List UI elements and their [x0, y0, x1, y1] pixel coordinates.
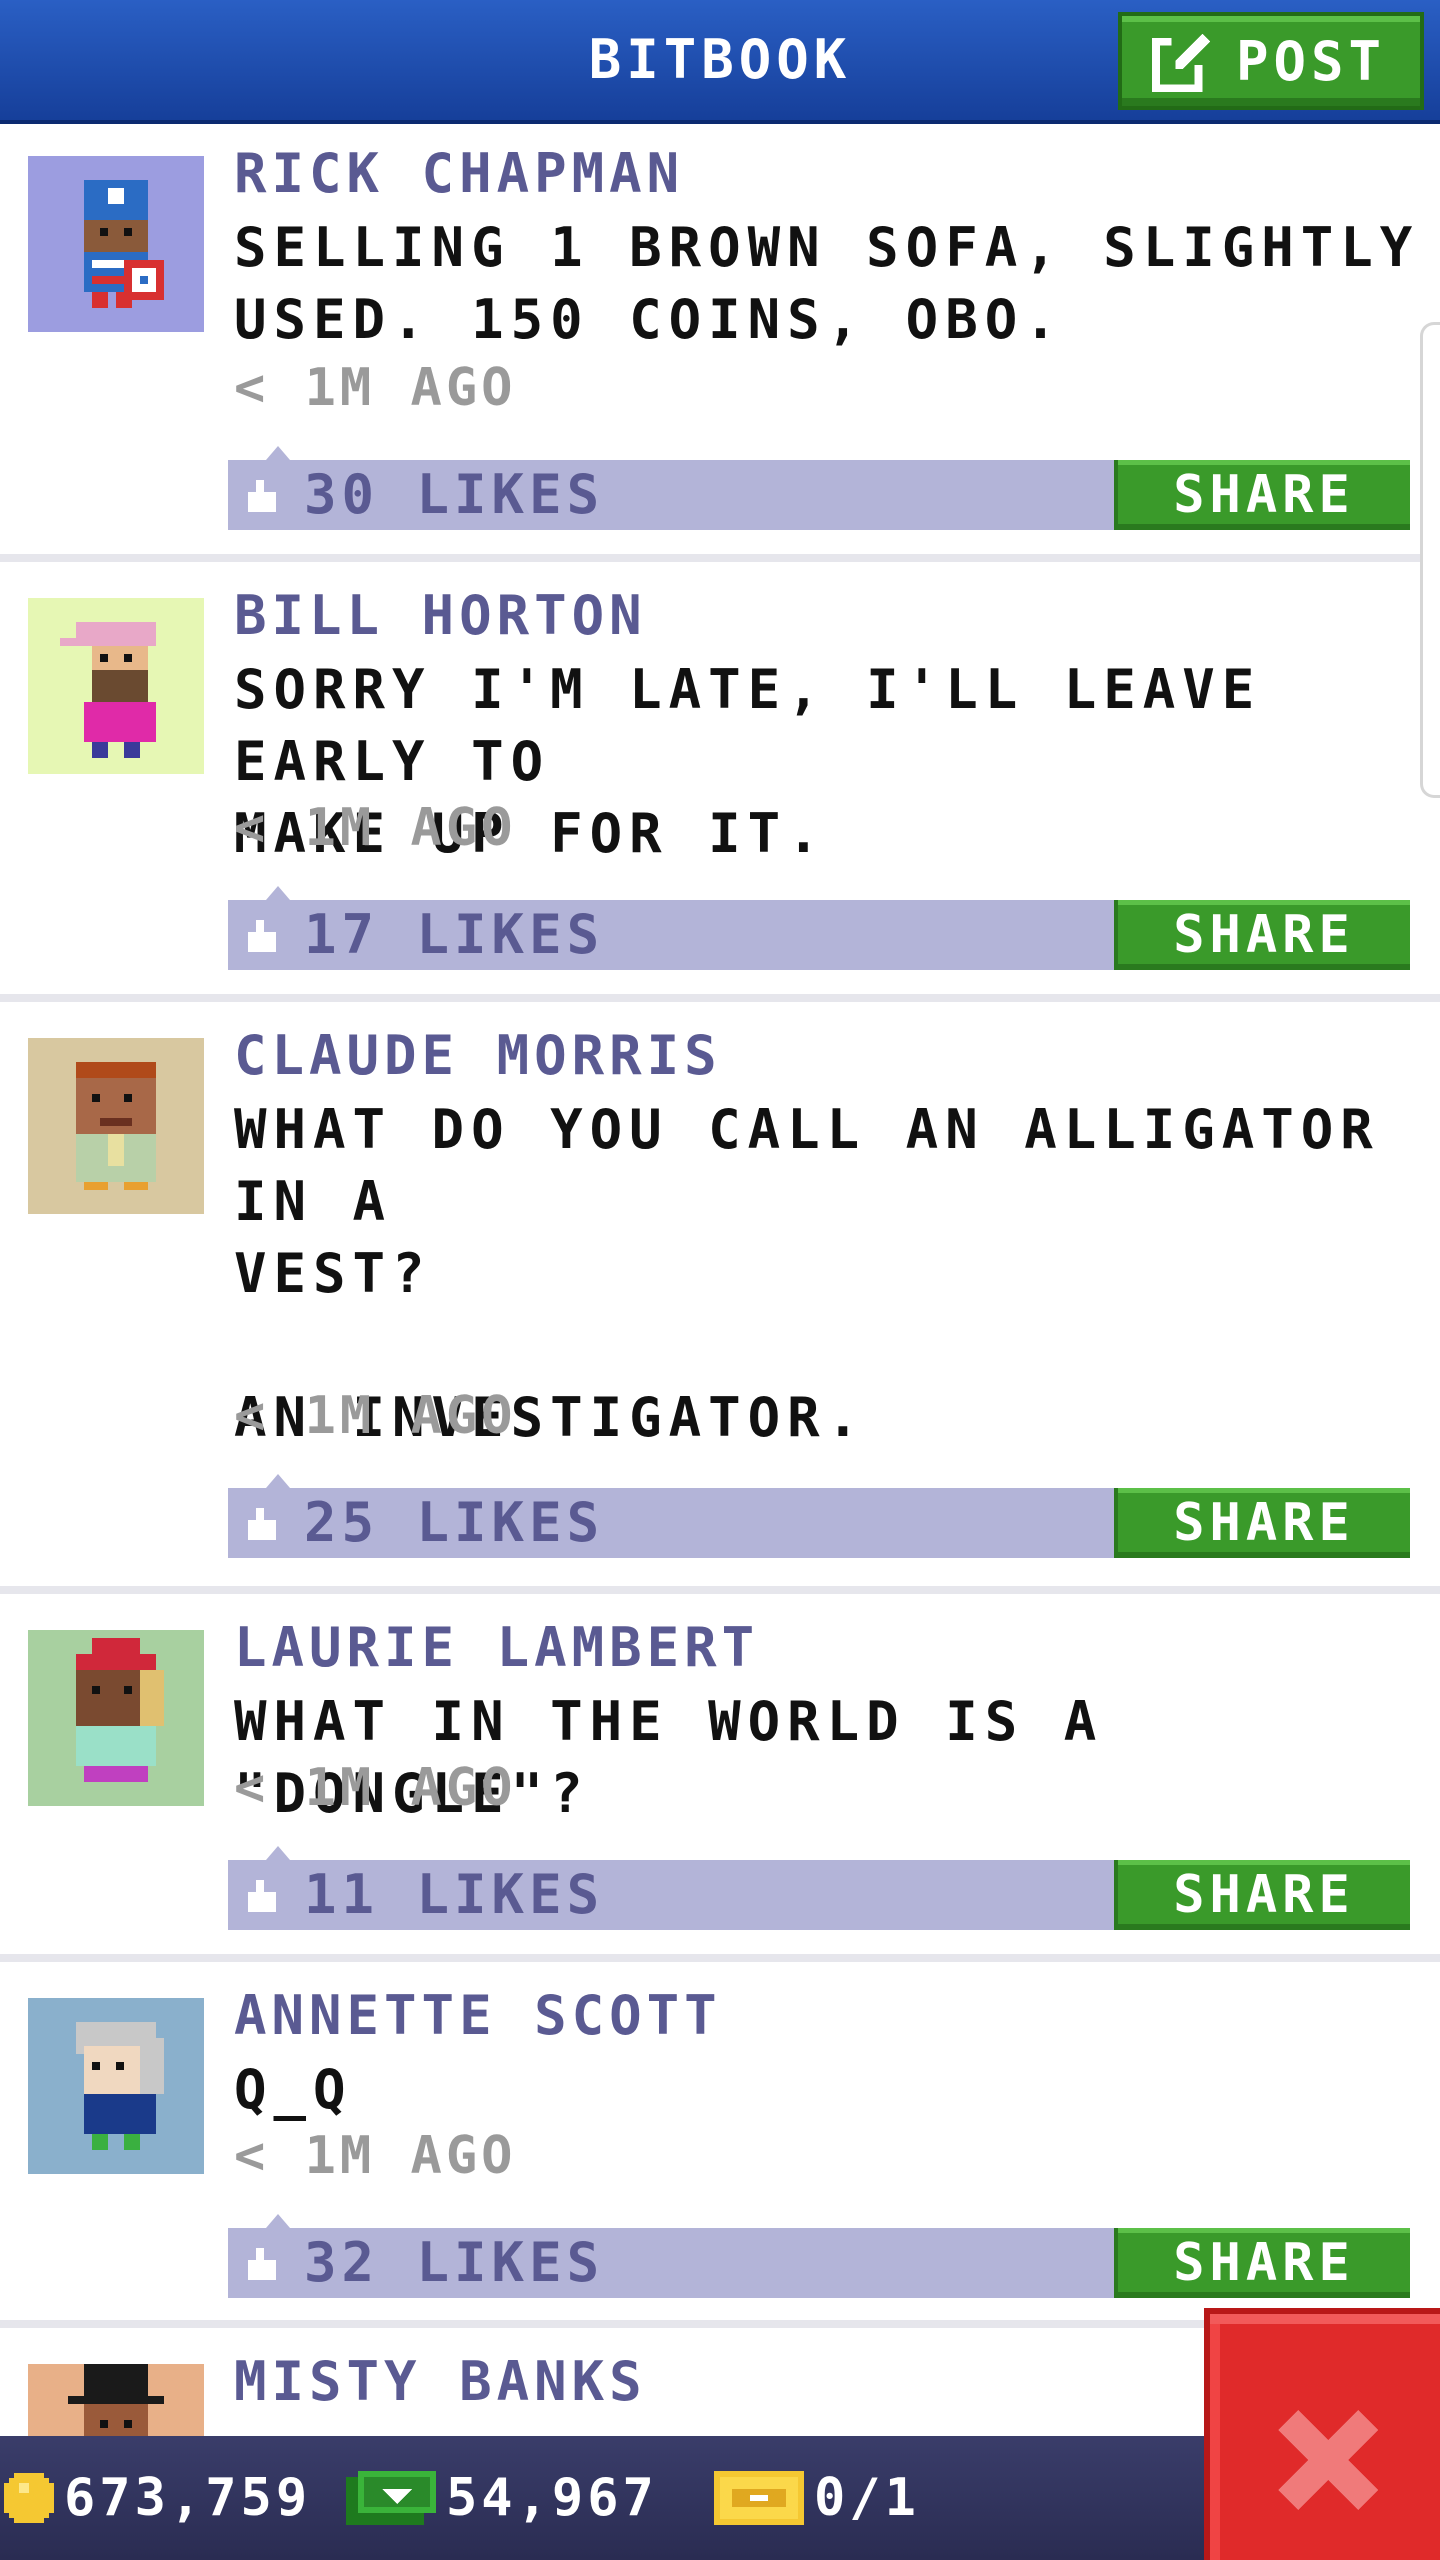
post-author[interactable]: CLAUDE MORRIS — [234, 1024, 722, 1087]
likes-count: 25 LIKES — [304, 1491, 605, 1554]
avatar[interactable] — [28, 156, 204, 332]
post-timestamp: < 1M AGO — [234, 1758, 517, 1818]
ticket-icon — [714, 2471, 804, 2525]
avatar[interactable] — [28, 1630, 204, 1806]
thumbs-up-icon — [248, 1508, 276, 1540]
post-item: ANNETTE SCOTT Q_Q < 1M AGO 32 LIKES SHAR… — [0, 1970, 1440, 2328]
likes-bar-notch — [266, 446, 290, 460]
likes-count: 32 LIKES — [304, 2231, 605, 2294]
close-button[interactable] — [1204, 2308, 1440, 2560]
tickets-value: 0/1 — [814, 2468, 920, 2528]
app-header: BITBOOK POST — [0, 0, 1440, 124]
likes-bar-notch — [266, 1846, 290, 1860]
avatar[interactable] — [28, 1998, 204, 2174]
post-author[interactable]: LAURIE LAMBERT — [234, 1616, 759, 1679]
post-author[interactable]: ANNETTE SCOTT — [234, 1984, 722, 2047]
likes-bar-notch — [266, 2214, 290, 2228]
close-icon — [1278, 2410, 1378, 2510]
coin-icon — [4, 2473, 54, 2523]
avatar[interactable] — [28, 1038, 204, 1214]
post-button-label: POST — [1236, 29, 1387, 93]
coins-counter: 673,759 — [4, 2436, 311, 2560]
post-item: RICK CHAPMAN SELLING 1 BROWN SOFA, SLIGH… — [0, 128, 1440, 562]
share-button[interactable]: SHARE — [1114, 460, 1410, 530]
likes-bar[interactable]: 11 LIKES SHARE — [228, 1846, 1410, 1930]
likes-bar[interactable]: 30 LIKES SHARE — [228, 446, 1410, 530]
share-button[interactable]: SHARE — [1114, 2228, 1410, 2298]
tickets-counter: 0/1 — [714, 2436, 920, 2560]
share-button[interactable]: SHARE — [1114, 1488, 1410, 1558]
avatar[interactable] — [28, 598, 204, 774]
likes-count: 30 LIKES — [304, 463, 605, 526]
bux-value: 54,967 — [446, 2468, 658, 2528]
post-author[interactable]: MISTY BANKS — [234, 2350, 647, 2413]
thumbs-up-icon — [248, 920, 276, 952]
likes-bar[interactable]: 25 LIKES SHARE — [228, 1474, 1410, 1558]
post-item: BILL HORTON SORRY I'M LATE, I'LL LEAVE E… — [0, 570, 1440, 1002]
post-text: Q_Q — [234, 2058, 353, 2121]
thumbs-up-icon — [248, 2248, 276, 2280]
share-button[interactable]: SHARE — [1114, 900, 1410, 970]
likes-count: 11 LIKES — [304, 1863, 605, 1926]
bux-icon — [346, 2471, 436, 2525]
post-timestamp: < 1M AGO — [234, 798, 517, 858]
post-text: SELLING 1 BROWN SOFA, SLIGHTLY USED. 150… — [234, 216, 1420, 351]
bux-counter: 54,967 — [346, 2436, 658, 2560]
post-item: LAURIE LAMBERT WHAT IN THE WORLD IS A "D… — [0, 1602, 1440, 1962]
post-timestamp: < 1M AGO — [234, 358, 517, 418]
post-author[interactable]: RICK CHAPMAN — [234, 142, 684, 205]
post-timestamp: < 1M AGO — [234, 2126, 517, 2186]
likes-bar-notch — [266, 1474, 290, 1488]
share-button[interactable]: SHARE — [1114, 1860, 1410, 1930]
likes-bar[interactable]: 17 LIKES SHARE — [228, 886, 1410, 970]
coins-value: 673,759 — [64, 2468, 312, 2528]
thumbs-up-icon — [248, 1880, 276, 1912]
post-author[interactable]: BILL HORTON — [234, 584, 647, 647]
post-timestamp: < 1M AGO — [234, 1386, 517, 1446]
thumbs-up-icon — [248, 480, 276, 512]
likes-count: 17 LIKES — [304, 903, 605, 966]
likes-bar[interactable]: 32 LIKES SHARE — [228, 2214, 1410, 2298]
scroll-indicator[interactable] — [1420, 322, 1440, 798]
likes-bar-notch — [266, 886, 290, 900]
edit-icon — [1152, 33, 1211, 92]
post-button[interactable]: POST — [1118, 12, 1424, 110]
post-item: CLAUDE MORRIS WHAT DO YOU CALL AN ALLIGA… — [0, 1010, 1440, 1594]
